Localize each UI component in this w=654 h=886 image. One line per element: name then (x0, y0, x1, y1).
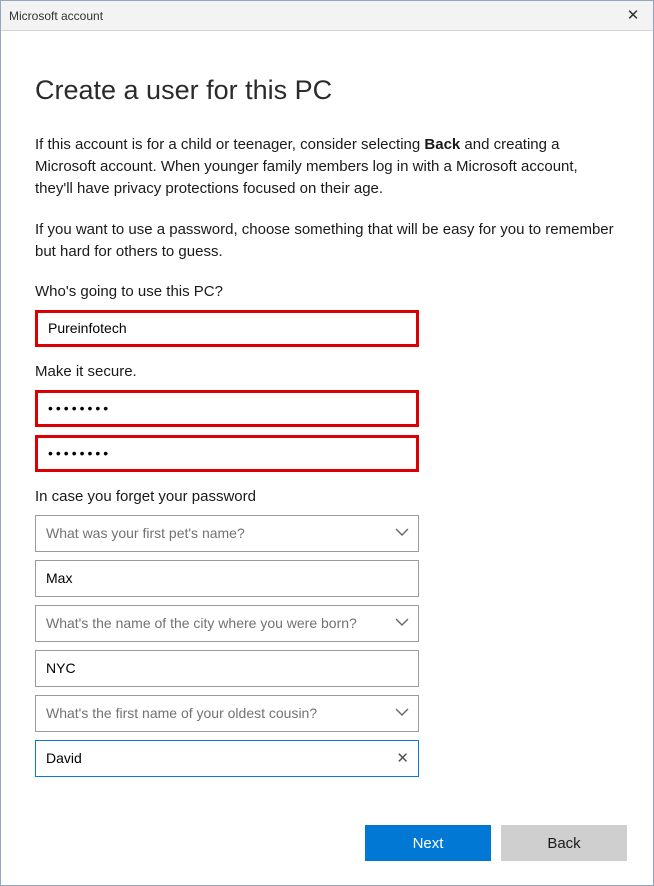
titlebar: Microsoft account ✕ (1, 1, 653, 31)
intro-paragraph: If this account is for a child or teenag… (35, 134, 619, 199)
security-answer-2-input[interactable] (35, 650, 419, 687)
next-button[interactable]: Next (365, 825, 491, 861)
username-label: Who's going to use this PC? (35, 283, 619, 300)
security-question-2-text[interactable] (35, 605, 419, 642)
security-answer-3-input[interactable] (35, 740, 419, 777)
intro-text-bold: Back (424, 136, 460, 153)
dialog-window: Microsoft account ✕ Create a user for th… (0, 0, 654, 886)
password-label: Make it secure. (35, 363, 619, 380)
security-question-2-select[interactable] (35, 605, 419, 642)
footer-buttons: Next Back (365, 825, 627, 861)
security-answer-1-input[interactable] (35, 560, 419, 597)
close-icon[interactable]: ✕ (621, 2, 645, 30)
security-question-3-select[interactable] (35, 695, 419, 732)
back-button[interactable]: Back (501, 825, 627, 861)
security-question-1-select[interactable] (35, 515, 419, 552)
password-input[interactable] (35, 390, 419, 427)
clear-input-icon[interactable]: ✕ (396, 749, 409, 767)
window-title: Microsoft account (9, 9, 621, 23)
security-questions-label: In case you forget your password (35, 488, 619, 505)
content-area: Create a user for this PC If this accoun… (1, 31, 653, 885)
confirm-password-input[interactable] (35, 435, 419, 472)
username-input[interactable] (35, 310, 419, 347)
password-guidance: If you want to use a password, choose so… (35, 219, 619, 263)
security-question-3-text[interactable] (35, 695, 419, 732)
page-heading: Create a user for this PC (35, 75, 619, 106)
intro-text-pre: If this account is for a child or teenag… (35, 136, 424, 153)
security-question-1-text[interactable] (35, 515, 419, 552)
